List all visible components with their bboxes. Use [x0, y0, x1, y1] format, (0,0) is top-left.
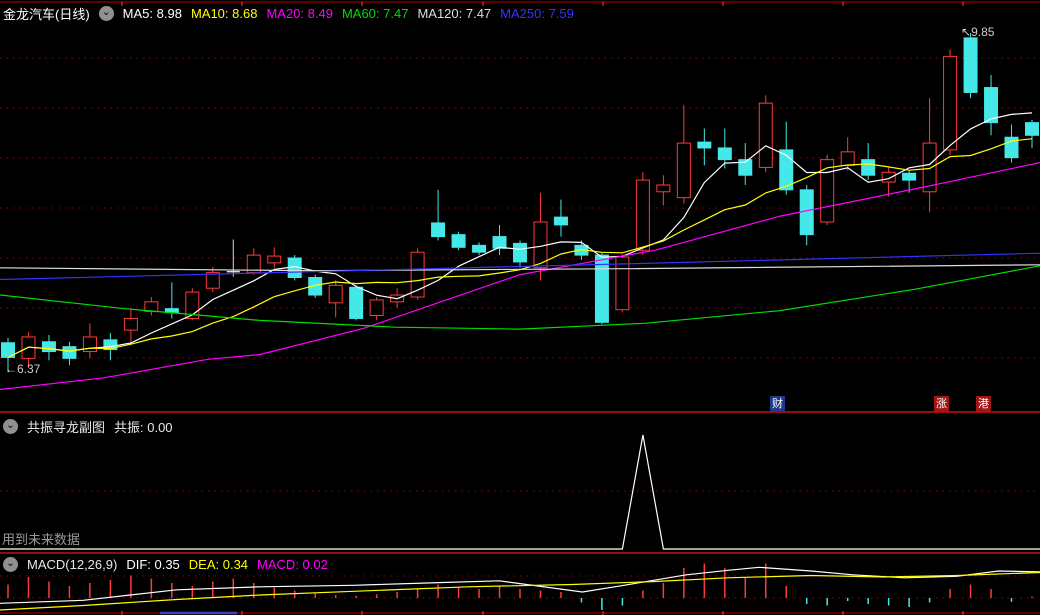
candle-body [594, 254, 609, 323]
candle-body [431, 222, 446, 238]
ma120-label: MA120: 7.47 [417, 6, 492, 21]
candle-body [902, 172, 917, 181]
candle-body [697, 141, 712, 149]
future-data-watermark: 用到未来数据 [2, 532, 81, 547]
candle-body [820, 159, 835, 223]
indicator2-value: 共振: 0.00 [114, 420, 173, 435]
event-badge-finance[interactable]: 财 [770, 396, 785, 412]
candle-body [861, 159, 876, 176]
macd-header: ⌄ MACD(12,26,9) DIF: 0.35 DEA: 0.34 MACD… [3, 557, 328, 572]
indicator2-name: 共振寻龙副图 [27, 420, 106, 435]
candle-body [1025, 122, 1039, 136]
low-price-value: 6.37 [17, 362, 41, 376]
candle-body [717, 147, 732, 161]
candle-body [635, 179, 650, 251]
high-price-value: 9.85 [971, 25, 995, 39]
ma250-label: MA250: 7.59 [500, 6, 574, 21]
candle-body [267, 255, 282, 264]
candle-body [615, 256, 630, 311]
chart-canvas[interactable] [0, 0, 1040, 615]
candles-layer [1, 33, 1039, 372]
candle-body [349, 286, 364, 319]
candle-body [963, 37, 978, 93]
candle-body [451, 234, 466, 248]
ma5-label: MA5: 8.98 [122, 6, 182, 21]
candle-body [472, 244, 487, 253]
chevron-down-icon[interactable]: ⌄ [98, 6, 114, 21]
chevron-down-icon[interactable]: ⌄ [3, 419, 18, 434]
candle-body [328, 284, 343, 304]
ma60-label: MA60: 7.47 [341, 6, 409, 21]
macd-name: MACD(12,26,9) [27, 557, 118, 572]
stock-chart-window: 金龙汽车(日线) ⌄ MA5: 8.98 MA10: 8.68 MA20: 8.… [0, 0, 1040, 615]
candle-body [205, 272, 220, 289]
high-price-annotation: ↖9.85 [961, 25, 994, 39]
candle-body [943, 55, 958, 151]
chevron-down-icon[interactable]: ⌄ [3, 557, 18, 572]
high-arrow-icon: ↖ [961, 25, 972, 39]
candle-body [553, 216, 568, 226]
candle-body [369, 299, 384, 316]
main-chart-header: 金龙汽车(日线) ⌄ MA5: 8.98 MA10: 8.68 MA20: 8.… [3, 4, 574, 23]
candle-body [881, 171, 896, 183]
macd-value: MACD: 0.02 [257, 557, 328, 572]
candle-body [758, 102, 773, 168]
candle-body [840, 151, 855, 166]
event-badge-hk[interactable]: 港 [976, 396, 991, 412]
indicator2-header: ⌄ 共振寻龙副图 共振: 0.00 [3, 417, 173, 436]
candle-body [513, 242, 527, 263]
candle-body [656, 184, 671, 193]
ma20-label: MA20: 8.49 [266, 6, 333, 21]
candle-body [676, 142, 691, 199]
low-price-annotation: ←6.37 [5, 362, 40, 376]
candle-body [123, 317, 138, 331]
resonance-panel-layer [0, 434, 1040, 550]
low-arrow-icon: ← [5, 362, 17, 376]
candle-body [62, 346, 77, 359]
ma10-label: MA10: 8.68 [190, 6, 258, 21]
candle-body [492, 236, 507, 249]
candle-body [41, 341, 56, 353]
resonance-spike [0, 434, 1040, 550]
event-badge-rise[interactable]: 涨 [934, 396, 949, 412]
dea-value: DEA: 0.34 [188, 557, 249, 572]
main-gridlines [0, 57, 1040, 359]
stock-title: 金龙汽车(日线) [3, 7, 90, 22]
dif-value: DIF: 0.35 [126, 557, 180, 572]
